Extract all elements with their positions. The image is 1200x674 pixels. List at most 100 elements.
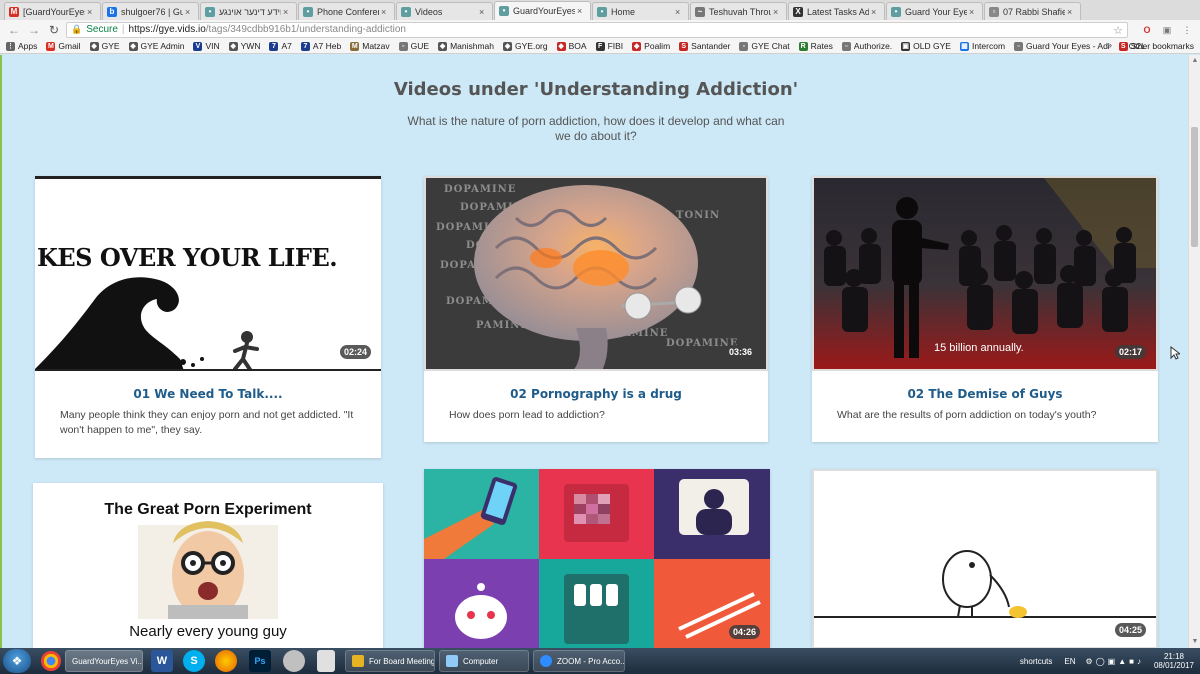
tab-close-icon[interactable]: × (1067, 7, 1076, 17)
tab-close-icon[interactable]: × (479, 7, 488, 17)
browser-tab[interactable]: • Videos × (396, 2, 493, 20)
browser-tab[interactable]: • Home × (592, 2, 689, 20)
taskbar-window[interactable]: For Board Meeting (345, 650, 435, 672)
bookmark-item[interactable]: ▫ GUE (398, 41, 429, 51)
bookmark-item[interactable]: ◆ YWN (228, 41, 260, 51)
video-thumbnail[interactable]: KES OVER YOUR LIFE. 02:24 (35, 176, 381, 371)
video-thumbnail[interactable]: 04:26 (424, 469, 770, 648)
app-taskbar-icon[interactable] (283, 650, 305, 672)
bookmark-item[interactable]: ▣ OLD GYE (901, 41, 951, 51)
tab-label: ווידע דינער אוינגע (219, 6, 281, 17)
tab-close-icon[interactable]: × (87, 7, 96, 17)
tab-close-icon[interactable]: × (381, 7, 390, 17)
bookmark-item[interactable]: ⋮ Apps (6, 41, 37, 51)
scroll-thumb[interactable] (1191, 127, 1198, 247)
scroll-up-arrow-icon[interactable]: ▲ (1191, 57, 1199, 65)
taskbar-window[interactable]: ZOOM - Pro Acco... (533, 650, 625, 672)
start-button[interactable]: ❖ (3, 649, 31, 673)
reload-icon[interactable]: ↻ (46, 22, 62, 38)
bookmark-item[interactable]: ◆ GYE.org (503, 41, 548, 51)
bookmark-item[interactable]: M Matzav (350, 41, 390, 51)
video-card[interactable]: DOPAMINEDOPAMINEDOPAMINEDOPAMINEDOPAMINE… (424, 176, 768, 442)
video-card[interactable]: The Great Porn Experiment Nearly every y… (33, 483, 383, 648)
bookmark-favicon-icon: F (595, 41, 605, 51)
firefox-taskbar-icon[interactable] (215, 650, 237, 672)
tab-close-icon[interactable]: × (283, 7, 292, 17)
bookmark-star-icon[interactable]: ☆ (1113, 24, 1123, 37)
video-description: What are the results of porn addiction o… (837, 409, 1097, 421)
tab-favicon-icon: X (793, 6, 803, 17)
tab-label: Phone Conferenc (317, 6, 379, 17)
opera-extension-icon[interactable]: O (1140, 23, 1154, 37)
bookmark-item[interactable]: F FIBI (595, 41, 623, 51)
bookmark-item[interactable]: ▫ Guard Your Eyes - Adi (1014, 41, 1110, 51)
bookmark-item[interactable]: ▦ Intercom (959, 41, 1005, 51)
wave-illustration (35, 277, 259, 369)
tab-close-icon[interactable]: × (773, 7, 782, 17)
bookmark-item[interactable]: 7 A7 Heb (300, 41, 341, 51)
browser-tab[interactable]: ▫ 07 Rabbi Shafier × (984, 2, 1081, 20)
browser-tab[interactable]: ~ Teshuvah Throug× (690, 2, 787, 20)
bookmark-item[interactable]: ◆ Poalim (632, 41, 670, 51)
bookmark-item[interactable]: ◆ GYE (89, 41, 120, 51)
bookmark-item[interactable]: R Rates (798, 41, 833, 51)
browser-tab[interactable]: • Guard Your Eyes × (886, 2, 983, 20)
tray-icons[interactable]: ⚙◯▣▲■♪ (1086, 657, 1144, 666)
bookmark-label: Gmail (58, 41, 81, 51)
extension-icon[interactable]: ▣ (1160, 23, 1174, 37)
back-arrow-icon[interactable]: ← (6, 22, 22, 38)
bookmark-item[interactable]: M Gmail (46, 41, 81, 51)
page-scrollbar[interactable]: ▲ ▼ (1188, 55, 1200, 648)
address-bar[interactable]: 🔒 Secure | https://gye.vids.io /tags/349… (66, 21, 1128, 38)
bookmark-item[interactable]: ▫ Authorize. (841, 41, 892, 51)
browser-tab[interactable]: • ווידע דינער אוינגע × (200, 2, 297, 20)
tab-close-icon[interactable]: × (577, 6, 586, 16)
bookmark-item[interactable]: ◆ GYE Admin (128, 41, 184, 51)
tab-close-icon[interactable]: × (185, 7, 194, 17)
tab-favicon-icon: ~ (695, 6, 705, 17)
forward-arrow-icon[interactable]: → (26, 22, 42, 38)
scroll-down-arrow-icon[interactable]: ▼ (1191, 638, 1199, 646)
video-title[interactable]: 02 The Demise of Guys (812, 387, 1158, 401)
skype-taskbar-icon[interactable]: S (183, 650, 205, 672)
video-thumbnail[interactable]: The Great Porn Experiment Nearly every y… (33, 483, 383, 648)
bookmark-item[interactable]: 7 A7 (269, 41, 292, 51)
taskbar-window[interactable]: Computer (439, 650, 529, 672)
browser-tab[interactable]: b shulgoer76 | Gui × (102, 2, 199, 20)
browser-tab[interactable]: • Phone Conferenc× (298, 2, 395, 20)
photoshop-taskbar-icon[interactable]: Ps (249, 650, 271, 672)
tab-close-icon[interactable]: × (969, 7, 978, 17)
browser-tab[interactable]: X Latest Tasks Add × (788, 2, 885, 20)
clock[interactable]: 21:18 08/01/2017 (1154, 652, 1194, 670)
video-thumbnail[interactable]: 15 billion annually. 02:17 (812, 176, 1158, 371)
browser-tab[interactable]: • GuardYourEyes V× (494, 1, 591, 20)
other-bookmarks[interactable]: Other bookmarks (1129, 41, 1194, 51)
menu-icon[interactable]: ⋮ (1180, 23, 1194, 37)
browser-tab[interactable]: M [GuardYourEyes] |× (4, 2, 101, 20)
video-thumbnail[interactable]: 04:25 (812, 469, 1158, 648)
bookmark-favicon-icon: ▫ (841, 41, 851, 51)
video-card[interactable]: KES OVER YOUR LIFE. 02:24 01 We Need To … (35, 176, 381, 458)
notepad-taskbar-icon[interactable] (317, 650, 335, 672)
chrome-taskbar-icon[interactable] (41, 651, 61, 671)
bookmark-favicon-icon: 7 (300, 41, 310, 51)
word-taskbar-icon[interactable]: W (151, 650, 173, 672)
taskbar-window[interactable]: GuardYourEyes Vi... (65, 650, 143, 672)
video-title[interactable]: 01 We Need To Talk.... (35, 387, 381, 401)
more-bookmarks-chevron-icon[interactable]: » (1107, 40, 1112, 50)
bookmark-item[interactable]: ◆ Manishmah (438, 41, 494, 51)
video-card[interactable]: 04:25 (812, 469, 1158, 648)
tab-close-icon[interactable]: × (675, 7, 684, 17)
language-indicator[interactable]: EN (1064, 657, 1075, 666)
video-card[interactable]: 04:26 (424, 469, 770, 648)
bookmark-item[interactable]: ▫ GYE Chat (739, 41, 790, 51)
tab-close-icon[interactable]: × (871, 7, 880, 17)
bookmark-favicon-icon: ▫ (739, 41, 749, 51)
video-thumbnail[interactable]: DOPAMINEDOPAMINEDOPAMINEDOPAMINEDOPAMINE… (424, 176, 768, 371)
video-title[interactable]: 02 Pornography is a drug (424, 387, 768, 401)
tray-shortcuts-label[interactable]: shortcuts (1020, 657, 1052, 666)
bookmark-item[interactable]: V VIN (193, 41, 220, 51)
bookmark-item[interactable]: S Santander (679, 41, 730, 51)
video-card[interactable]: 15 billion annually. 02:17 02 The Demise… (812, 176, 1158, 442)
bookmark-item[interactable]: ◆ BOA (556, 41, 587, 51)
